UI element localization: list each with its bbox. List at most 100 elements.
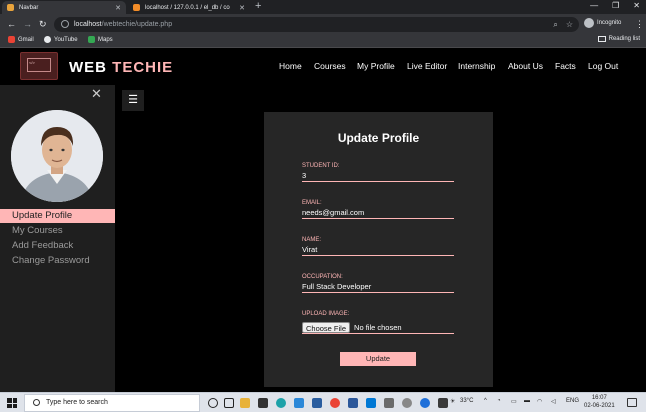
incognito-icon <box>584 18 594 28</box>
show-hidden-icon[interactable]: ^ <box>484 398 487 404</box>
vscode-icon[interactable] <box>312 398 322 408</box>
bookmarks-bar: Gmail YouTube Maps Reading list <box>0 34 646 48</box>
sidebar-item-update-profile[interactable]: Update Profile <box>0 209 115 223</box>
window-controls: — ❐ ✕ <box>590 0 640 12</box>
windows-start-icon[interactable] <box>7 398 17 408</box>
avatar <box>11 110 103 202</box>
sidebar-item-change-password[interactable]: Change Password <box>0 254 115 268</box>
nav-internship[interactable]: Internship <box>458 61 495 71</box>
site-navbar: </> WEB TECHIE Home Courses My Profile L… <box>0 49 646 85</box>
browser-tab-navbar[interactable]: Navbar ✕ <box>2 1 126 14</box>
maps-icon <box>88 36 95 43</box>
reload-icon[interactable]: ↻ <box>39 18 47 30</box>
file-explorer-icon[interactable] <box>240 398 250 408</box>
clock[interactable]: 16:07 02-06-2021 <box>584 394 615 410</box>
language-indicator[interactable]: ENG <box>566 398 579 404</box>
cortana-icon[interactable] <box>208 398 218 408</box>
settings-gear-icon[interactable] <box>402 398 412 408</box>
menu-kebab-icon[interactable]: ⋮ <box>635 18 644 30</box>
task-view-icon[interactable] <box>224 398 234 408</box>
reading-list-icon <box>597 36 606 42</box>
bookmark-youtube[interactable]: YouTube <box>44 36 78 43</box>
forward-icon[interactable]: → <box>23 18 32 30</box>
nav-facts[interactable]: Facts <box>555 61 576 71</box>
hamburger-menu-icon[interactable]: ☰ <box>122 90 144 111</box>
restore-icon[interactable]: ❐ <box>612 0 619 12</box>
close-icon[interactable]: ✕ <box>115 4 121 12</box>
clock-time: 16:07 <box>591 395 607 401</box>
profile-label: Incognito <box>597 20 622 26</box>
volume-icon[interactable]: ◁ <box>551 398 556 405</box>
tab-title: Navbar <box>19 4 39 11</box>
chrome-icon[interactable] <box>330 398 340 408</box>
bookmark-label: YouTube <box>54 36 78 43</box>
bookmark-gmail[interactable]: Gmail <box>8 36 34 43</box>
bookmark-maps[interactable]: Maps <box>88 36 113 43</box>
window-close-icon[interactable]: ✕ <box>633 0 640 12</box>
incognito-profile[interactable]: Incognito <box>584 18 621 28</box>
temperature[interactable]: 33°C <box>460 398 473 404</box>
email-field[interactable]: needs@gmail.com <box>302 208 454 219</box>
browser-toolbar: ← → ↻ localhost/webtechie/update.php ⌕ ☆… <box>0 14 646 34</box>
address-bar[interactable]: localhost/webtechie/update.php ⌕ ☆ <box>54 17 579 32</box>
battery-icon[interactable]: ▬ <box>524 398 530 404</box>
sidebar-item-my-courses[interactable]: My Courses <box>0 224 115 238</box>
upload-image-label: UPLOAD IMAGE: <box>302 311 350 317</box>
edge-icon[interactable] <box>276 398 286 408</box>
notifications-icon[interactable] <box>627 398 637 407</box>
search-placeholder: Type here to search <box>46 399 108 406</box>
occupation-field[interactable]: Full Stack Developer <box>302 282 454 293</box>
sidebar-item-add-feedback[interactable]: Add Feedback <box>0 239 115 253</box>
update-button[interactable]: Update <box>340 352 416 366</box>
word-icon[interactable] <box>348 398 358 408</box>
weather-icon[interactable]: ☀ <box>450 398 455 405</box>
file-status: No file chosen <box>354 322 402 332</box>
reading-list-label: Reading list <box>608 36 640 42</box>
profile-sidebar: ✕ Update Profile My Courses Add Feedback… <box>0 85 115 392</box>
nav-links: Home Courses My Profile Live Editor Inte… <box>0 61 646 73</box>
gmail-icon <box>8 36 15 43</box>
close-icon[interactable]: ✕ <box>239 4 245 12</box>
choose-file-button[interactable]: Choose File <box>302 321 351 333</box>
form-title: Update Profile <box>337 131 420 145</box>
tab-favicon-icon <box>7 4 14 11</box>
taskbar: Type here to search ☀ 33°C ^ ◔ ▭ ▬ ◠ ◁ E… <box>0 392 646 412</box>
browser-tab-phpmyadmin[interactable]: localhost / 127.0.0.1 / el_db / co ✕ <box>128 1 250 14</box>
taskbar-search[interactable]: Type here to search <box>24 394 200 412</box>
nav-about-us[interactable]: About Us <box>508 61 543 71</box>
app-icon[interactable] <box>384 398 394 408</box>
bookmark-label: Gmail <box>18 36 34 43</box>
nav-live-editor[interactable]: Live Editor <box>407 61 447 71</box>
reading-list[interactable]: Reading list <box>597 36 640 42</box>
url-path: /webtechie/update.php <box>101 21 173 28</box>
nav-my-profile[interactable]: My Profile <box>357 61 395 71</box>
nav-home[interactable]: Home <box>279 61 302 71</box>
minimize-icon[interactable]: — <box>590 0 598 12</box>
app-icon[interactable] <box>366 398 376 408</box>
back-icon[interactable]: ← <box>7 18 16 30</box>
student-id-field[interactable]: 3 <box>302 171 454 182</box>
phpmyadmin-favicon-icon <box>133 4 140 11</box>
sidebar-close-icon[interactable]: ✕ <box>91 86 102 102</box>
wifi-icon[interactable]: ◠ <box>537 398 542 405</box>
help-icon[interactable] <box>420 398 430 408</box>
bookmark-label: Maps <box>98 36 113 43</box>
url-text[interactable]: localhost/webtechie/update.php <box>74 19 172 30</box>
app-icon[interactable] <box>438 398 448 408</box>
browser-tab-strip: Navbar ✕ localhost / 127.0.0.1 / el_db /… <box>0 0 646 14</box>
avatar-photo <box>11 110 103 202</box>
app-tray-icon[interactable]: ▭ <box>511 398 517 405</box>
search-icon <box>33 399 40 406</box>
name-field[interactable]: Virat <box>302 245 454 256</box>
upload-image-input: Choose File No file chosen <box>302 321 454 334</box>
url-host: localhost <box>74 21 102 28</box>
store-icon[interactable] <box>258 398 268 408</box>
bookmark-star-icon[interactable]: ☆ <box>566 19 573 30</box>
nav-courses[interactable]: Courses <box>314 61 346 71</box>
zoom-search-icon[interactable]: ⌕ <box>553 19 557 30</box>
nav-log-out[interactable]: Log Out <box>588 61 618 71</box>
site-info-icon[interactable] <box>61 20 69 28</box>
photos-icon[interactable] <box>294 398 304 408</box>
new-tab-icon[interactable]: + <box>255 0 261 13</box>
network-icon[interactable]: ◔ <box>497 398 501 404</box>
